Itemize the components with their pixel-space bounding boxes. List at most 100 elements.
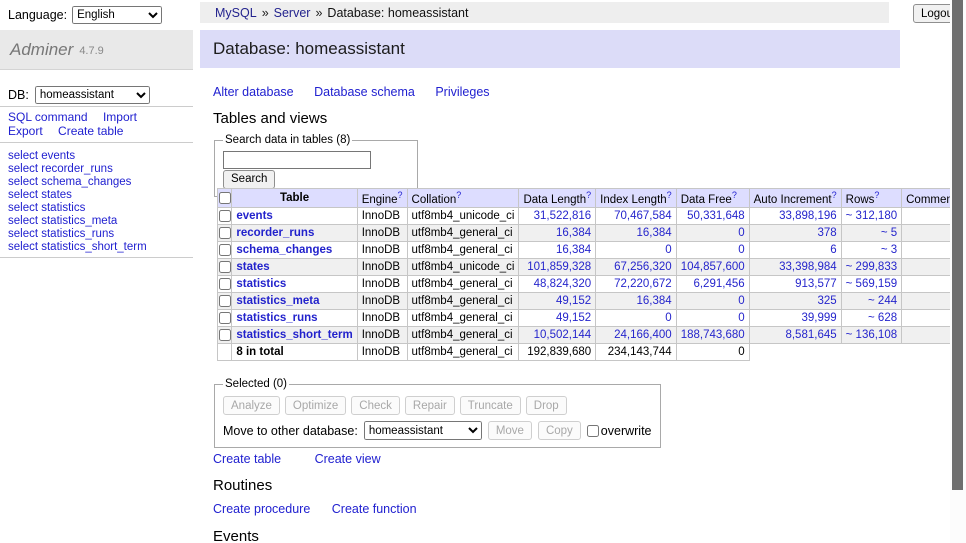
row-checkbox[interactable] — [219, 329, 231, 341]
check-button[interactable]: Check — [351, 396, 400, 415]
rows-count-link[interactable]: ~ 299,833 — [846, 261, 897, 273]
data-length-help-link[interactable]: ? — [586, 190, 591, 200]
search-input[interactable] — [223, 151, 371, 169]
table-name-link[interactable]: statistics_short_term — [236, 329, 352, 341]
sidebar-select-statistics-runs[interactable]: select statistics_runs — [8, 228, 193, 241]
table-name-link[interactable]: recorder_runs — [236, 227, 314, 239]
data-free-link[interactable]: 6,291,456 — [693, 278, 744, 290]
row-checkbox[interactable] — [219, 295, 231, 307]
index-length-help-link[interactable]: ? — [667, 190, 672, 200]
data-length-link[interactable]: 16,384 — [556, 227, 591, 239]
rows-count-link[interactable]: ~ 136,108 — [846, 329, 897, 341]
table-name-link[interactable]: statistics_meta — [236, 295, 319, 307]
collation-help-link[interactable]: ? — [456, 190, 461, 200]
data-free-link[interactable]: 0 — [738, 295, 744, 307]
rows-count-link[interactable]: ~ 5 — [881, 227, 897, 239]
rows-count-link[interactable]: ~ 569,159 — [846, 278, 897, 290]
sidebar-link-import[interactable]: Import — [103, 110, 137, 124]
drop-button[interactable]: Drop — [526, 396, 567, 415]
sidebar-select-statistics-short-term[interactable]: select statistics_short_term — [8, 241, 193, 254]
auto-increment-link[interactable]: 33,898,196 — [779, 210, 837, 222]
row-checkbox[interactable] — [219, 278, 231, 290]
rows-count-link[interactable]: ~ 628 — [868, 312, 897, 324]
select-all-checkbox[interactable] — [219, 192, 231, 204]
data-length-link[interactable]: 49,152 — [556, 312, 591, 324]
index-length-link[interactable]: 70,467,584 — [614, 210, 672, 222]
auto-increment-link[interactable]: 8,581,645 — [785, 329, 836, 341]
table-name-link[interactable]: states — [236, 261, 269, 273]
row-checkbox[interactable] — [219, 244, 231, 256]
auto-increment-link[interactable]: 913,577 — [795, 278, 837, 290]
table-name-link[interactable]: statistics — [236, 278, 286, 290]
data-length-link[interactable]: 16,384 — [556, 244, 591, 256]
index-length-link[interactable]: 16,384 — [637, 227, 672, 239]
alter-database-link[interactable]: Alter database — [213, 85, 294, 99]
scrollbar-thumb[interactable] — [952, 0, 963, 490]
auto-increment-link[interactable]: 6 — [830, 244, 836, 256]
optimize-button[interactable]: Optimize — [285, 396, 346, 415]
privileges-link[interactable]: Privileges — [435, 85, 489, 99]
data-free-link[interactable]: 0 — [738, 312, 744, 324]
repair-button[interactable]: Repair — [405, 396, 455, 415]
data-free-help-link[interactable]: ? — [732, 190, 737, 200]
index-length-link[interactable]: 0 — [665, 244, 671, 256]
sidebar-select-events[interactable]: select events — [8, 150, 193, 163]
index-length-link[interactable]: 24,166,400 — [614, 329, 672, 341]
data-length-link[interactable]: 31,522,816 — [534, 210, 592, 222]
create-table-link[interactable]: Create table — [213, 452, 281, 466]
sidebar-link-sql-command[interactable]: SQL command — [8, 110, 88, 124]
move-button[interactable]: Move — [488, 421, 532, 440]
create-view-link[interactable]: Create view — [315, 452, 381, 466]
index-length-link[interactable]: 0 — [665, 312, 671, 324]
breadcrumb-link-mysql[interactable]: MySQL — [215, 6, 257, 20]
auto-increment-link[interactable]: 33,398,984 — [779, 261, 837, 273]
data-free-link[interactable]: 0 — [738, 244, 744, 256]
sidebar-select-statistics[interactable]: select statistics — [8, 202, 193, 215]
sidebar-link-export[interactable]: Export — [8, 124, 43, 138]
data-free-link[interactable]: 0 — [738, 227, 744, 239]
row-checkbox[interactable] — [219, 312, 231, 324]
table-name-link[interactable]: schema_changes — [236, 244, 332, 256]
data-free-link[interactable]: 104,857,600 — [681, 261, 745, 273]
analyze-button[interactable]: Analyze — [223, 396, 280, 415]
create-function-link[interactable]: Create function — [332, 502, 417, 516]
auto-increment-link[interactable]: 325 — [817, 295, 836, 307]
sidebar-select-schema-changes[interactable]: select schema_changes — [8, 176, 193, 189]
sidebar-select-recorder-runs[interactable]: select recorder_runs — [8, 163, 193, 176]
truncate-button[interactable]: Truncate — [460, 396, 521, 415]
create-procedure-link[interactable]: Create procedure — [213, 502, 310, 516]
index-length-link[interactable]: 67,256,320 — [614, 261, 672, 273]
rows-help-link[interactable]: ? — [874, 190, 879, 200]
row-checkbox[interactable] — [219, 227, 231, 239]
table-name-link[interactable]: events — [236, 210, 272, 222]
page-scrollbar[interactable] — [950, 0, 966, 543]
row-checkbox[interactable] — [219, 261, 231, 273]
sidebar-select-states[interactable]: select states — [8, 189, 193, 202]
rows-count-link[interactable]: ~ 312,180 — [846, 210, 897, 222]
data-length-link[interactable]: 101,859,328 — [527, 261, 591, 273]
rows-count-link[interactable]: ~ 244 — [868, 295, 897, 307]
data-free-link[interactable]: 50,331,648 — [687, 210, 745, 222]
breadcrumb-link-server[interactable]: Server — [274, 6, 311, 20]
language-select[interactable]: English — [72, 6, 162, 24]
data-length-link[interactable]: 48,824,320 — [534, 278, 592, 290]
db-select[interactable]: homeassistant — [35, 86, 150, 104]
index-length-link[interactable]: 16,384 — [637, 295, 672, 307]
auto-increment-help-link[interactable]: ? — [832, 190, 837, 200]
rows-count-link[interactable]: ~ 3 — [881, 244, 897, 256]
database-schema-link[interactable]: Database schema — [314, 85, 415, 99]
row-checkbox[interactable] — [219, 210, 231, 222]
copy-button[interactable]: Copy — [538, 421, 581, 440]
auto-increment-link[interactable]: 39,999 — [801, 312, 836, 324]
sidebar-select-statistics-meta[interactable]: select statistics_meta — [8, 215, 193, 228]
overwrite-checkbox[interactable] — [587, 425, 599, 437]
move-db-select[interactable]: homeassistant — [364, 421, 482, 440]
search-button[interactable]: Search — [223, 170, 275, 189]
sidebar-link-create-table[interactable]: Create table — [58, 124, 123, 138]
data-free-link[interactable]: 188,743,680 — [681, 329, 745, 341]
data-length-link[interactable]: 10,502,144 — [534, 329, 592, 341]
table-name-link[interactable]: statistics_runs — [236, 312, 317, 324]
engine-help-link[interactable]: ? — [398, 190, 403, 200]
auto-increment-link[interactable]: 378 — [817, 227, 836, 239]
index-length-link[interactable]: 72,220,672 — [614, 278, 672, 290]
